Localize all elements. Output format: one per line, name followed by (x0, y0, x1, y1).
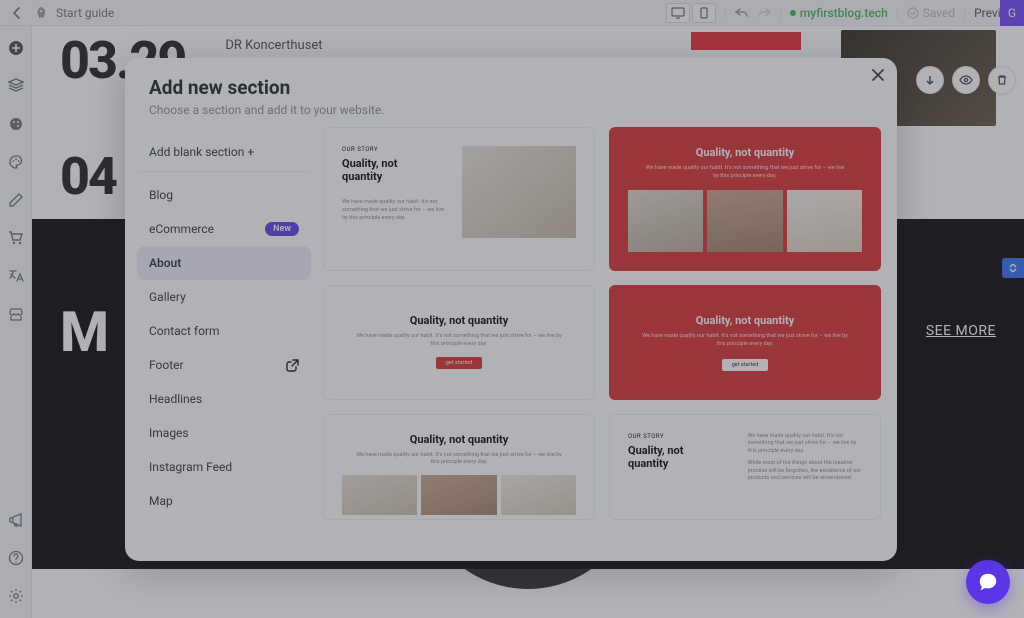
chat-help-button[interactable] (966, 560, 1010, 604)
modal-overlay[interactable] (0, 0, 1024, 618)
chat-icon (977, 571, 999, 593)
